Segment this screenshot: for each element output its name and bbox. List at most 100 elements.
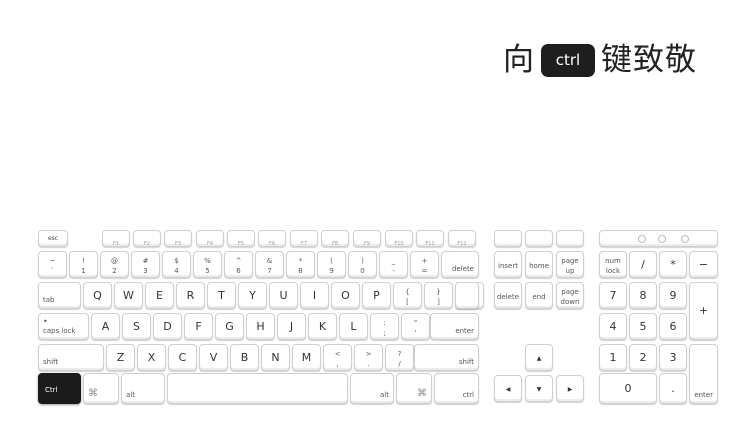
key-symbol-h-1[interactable]: " ' — [401, 313, 430, 340]
key-c[interactable]: C — [168, 344, 197, 371]
key-q[interactable]: Q — [83, 282, 112, 309]
key-f11[interactable]: F11 — [416, 230, 444, 247]
key-backslash-end[interactable] — [455, 282, 479, 309]
key-shift-left[interactable]: shift — [38, 344, 104, 371]
key-number-5[interactable]: % 5 — [193, 251, 222, 278]
key-numpad-5[interactable]: 5 — [629, 313, 657, 340]
key-numpad-9[interactable]: 9 — [659, 282, 687, 309]
key-f10[interactable]: F10 — [385, 230, 413, 247]
key-number-6[interactable]: ^ 6 — [224, 251, 253, 278]
key-nav-blank-2[interactable] — [525, 230, 553, 247]
key-f3[interactable]: F3 — [164, 230, 192, 247]
key-number-2[interactable]: @2 — [100, 251, 129, 278]
key-ctrl-right[interactable]: ctrl — [434, 373, 479, 404]
key-numpad-8[interactable]: 8 — [629, 282, 657, 309]
key-arrow-right[interactable]: ▶ — [556, 375, 584, 402]
key-arrow-down[interactable]: ▼ — [525, 375, 553, 402]
key-symbol-b-2[interactable]: ? / — [385, 344, 414, 371]
key-ctrl-left[interactable]: Ctrl — [38, 373, 81, 404]
key-tab[interactable]: tab — [38, 282, 81, 309]
key-z[interactable]: Z — [106, 344, 135, 371]
key-symbol-b-0[interactable]: <, — [323, 344, 352, 371]
key-command-left[interactable]: ⌘ — [83, 373, 119, 404]
key-enter[interactable]: enter — [430, 313, 479, 340]
key-y[interactable]: Y — [238, 282, 267, 309]
key-h[interactable]: H — [246, 313, 275, 340]
key-nav-blank-1[interactable] — [494, 230, 522, 247]
key-l[interactable]: L — [339, 313, 368, 340]
key-esc[interactable]: esc — [38, 230, 68, 247]
key-d[interactable]: D — [153, 313, 182, 340]
key-numpad-plus[interactable]: + — [689, 282, 718, 340]
key-number-1[interactable]: ! 1 — [69, 251, 98, 278]
key-k[interactable]: K — [308, 313, 337, 340]
key-numpad-star[interactable]: * — [659, 251, 687, 278]
key-number-0[interactable]: ~ ` — [38, 251, 67, 278]
key-f8[interactable]: F8 — [321, 230, 349, 247]
key-r[interactable]: R — [176, 282, 205, 309]
key-f[interactable]: F — [184, 313, 213, 340]
key-f5[interactable]: F5 — [227, 230, 255, 247]
key-f12[interactable]: F12 — [448, 230, 476, 247]
key-b[interactable]: B — [230, 344, 259, 371]
key-m[interactable]: M — [292, 344, 321, 371]
key-numpad-4[interactable]: 4 — [599, 313, 627, 340]
key-nav-blank-3[interactable] — [556, 230, 584, 247]
key-numpad-1[interactable]: 1 — [599, 344, 627, 371]
key-a[interactable]: A — [91, 313, 120, 340]
key-number-10[interactable]: ) 0 — [348, 251, 377, 278]
key-page-down[interactable]: page down — [556, 282, 584, 309]
key-numpad-dot[interactable]: . — [659, 373, 687, 404]
key-e[interactable]: E — [145, 282, 174, 309]
key-number-8[interactable]: * 8 — [286, 251, 315, 278]
key-w[interactable]: W — [114, 282, 143, 309]
key-f6[interactable]: F6 — [258, 230, 286, 247]
key-v[interactable]: V — [199, 344, 228, 371]
key-numpad-2[interactable]: 2 — [629, 344, 657, 371]
key-arrow-up[interactable]: ▲ — [525, 344, 553, 371]
key-f2[interactable]: F2 — [133, 230, 161, 247]
key-g[interactable]: G — [215, 313, 244, 340]
key-caps-lock[interactable]: • caps lock — [38, 313, 89, 340]
key-numpad-enter[interactable]: enter — [689, 344, 718, 404]
key-f7[interactable]: F7 — [290, 230, 318, 247]
key-symbol-q-0[interactable]: {[ — [393, 282, 422, 309]
key-num-lock[interactable]: num lock — [599, 251, 627, 278]
key-n[interactable]: N — [261, 344, 290, 371]
key-space[interactable] — [167, 373, 348, 404]
key-u[interactable]: U — [269, 282, 298, 309]
key-number-11[interactable]: _ - — [379, 251, 408, 278]
key-symbol-b-1[interactable]: >. — [354, 344, 383, 371]
key-command-right[interactable]: ⌘ — [396, 373, 432, 404]
key-f4[interactable]: F4 — [196, 230, 224, 247]
key-delete-nav[interactable]: delete — [494, 282, 522, 309]
key-page-up[interactable]: page up — [556, 251, 584, 278]
key-symbol-h-0[interactable]: :; — [370, 313, 399, 340]
key-numpad-slash[interactable]: / — [629, 251, 657, 278]
key-number-4[interactable]: $4 — [162, 251, 191, 278]
key-t[interactable]: T — [207, 282, 236, 309]
key-insert[interactable]: insert — [494, 251, 522, 278]
key-f1[interactable]: F1 — [102, 230, 130, 247]
key-numpad-3[interactable]: 3 — [659, 344, 687, 371]
key-x[interactable]: X — [137, 344, 166, 371]
key-number-7[interactable]: & 7 — [255, 251, 284, 278]
key-s[interactable]: S — [122, 313, 151, 340]
key-numpad-0[interactable]: 0 — [599, 373, 657, 404]
key-p[interactable]: P — [362, 282, 391, 309]
key-numpad-6[interactable]: 6 — [659, 313, 687, 340]
key-number-3[interactable]: #3 — [131, 251, 160, 278]
key-i[interactable]: I — [300, 282, 329, 309]
key-symbol-q-1[interactable]: }] — [424, 282, 453, 309]
key-shift-right[interactable]: shift — [414, 344, 479, 371]
key-end[interactable]: end — [525, 282, 553, 309]
key-alt-right[interactable]: alt — [350, 373, 394, 404]
key-home[interactable]: home — [525, 251, 553, 278]
key-delete[interactable]: delete — [441, 251, 479, 278]
key-numpad-7[interactable]: 7 — [599, 282, 627, 309]
indicator-panel[interactable] — [599, 230, 718, 247]
key-numpad-minus[interactable]: − — [689, 251, 718, 278]
key-alt-left[interactable]: alt — [121, 373, 165, 404]
key-number-9[interactable]: (9 — [317, 251, 346, 278]
key-j[interactable]: J — [277, 313, 306, 340]
